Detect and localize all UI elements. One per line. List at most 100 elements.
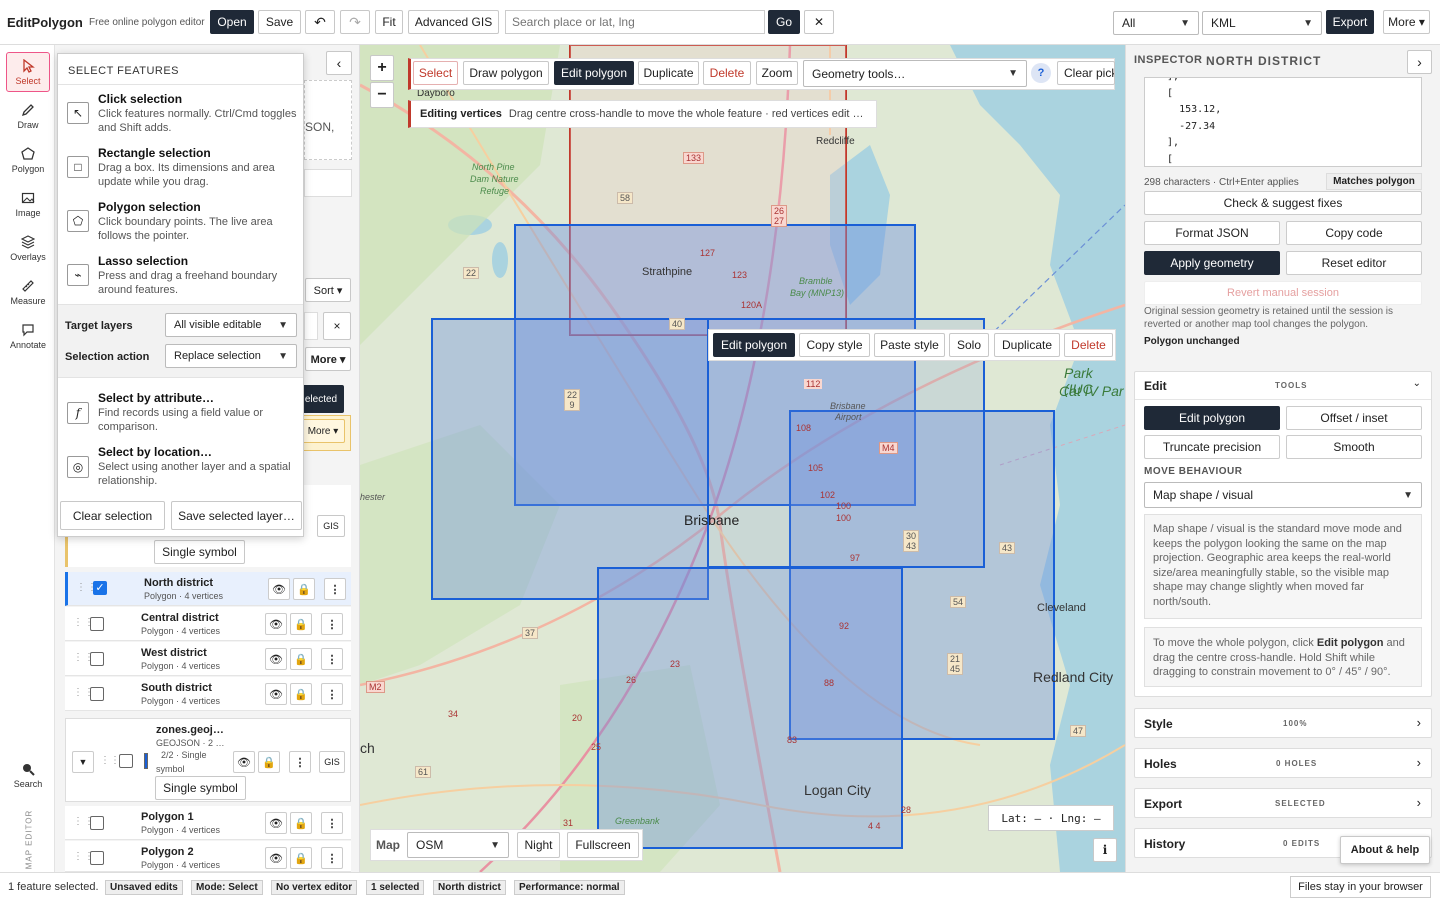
- visibility-icon[interactable]: 👁: [265, 683, 287, 705]
- layer-row-north[interactable]: ⋮⋮ ✓ North district Polygon · 4 vertices…: [65, 572, 351, 606]
- redo-button[interactable]: ↷: [340, 10, 370, 34]
- rail-search[interactable]: Search: [6, 755, 50, 795]
- help-icon[interactable]: ?: [1031, 63, 1051, 83]
- clear-filter-button[interactable]: ×: [323, 312, 351, 340]
- fullscreen-button[interactable]: Fullscreen: [567, 832, 639, 858]
- export-section[interactable]: Export SELECTED ›: [1134, 788, 1432, 818]
- geometry-code-editor[interactable]: ], [ 153.12, -27.34 ], [: [1144, 77, 1422, 167]
- layer-row-south[interactable]: ⋮⋮ South district Polygon · 4 vertices 👁…: [65, 677, 351, 711]
- selected-button[interactable]: elected: [298, 385, 344, 413]
- layer-menu-icon[interactable]: ⋮: [321, 613, 343, 635]
- sort-button[interactable]: Sort ▾: [305, 278, 351, 302]
- lock-icon[interactable]: 🔒: [290, 613, 312, 635]
- export-button[interactable]: Export: [1326, 10, 1374, 34]
- reset-editor-button[interactable]: Reset editor: [1286, 251, 1422, 275]
- select-by-location-option[interactable]: ◎ Select by location… Select using anoth…: [58, 442, 303, 494]
- collapse-panel-button[interactable]: ‹: [326, 51, 352, 75]
- ctx-duplicate[interactable]: Duplicate: [994, 333, 1060, 357]
- lock-icon[interactable]: 🔒: [290, 812, 312, 834]
- ctx-edit-polygon[interactable]: Edit polygon: [713, 333, 795, 357]
- fit-button[interactable]: Fit: [375, 10, 403, 34]
- clear-selection-button[interactable]: Clear selection: [60, 501, 165, 530]
- zoom-out-button[interactable]: −: [370, 82, 394, 108]
- ctx-paste-style[interactable]: Paste style: [874, 333, 945, 357]
- check-suggest-fixes-button[interactable]: Check & suggest fixes: [1144, 191, 1422, 215]
- move-behaviour-select[interactable]: Map shape / visual ▼: [1144, 482, 1422, 508]
- layer-row-central[interactable]: ⋮⋮ Central district Polygon · 4 vertices…: [65, 607, 351, 641]
- input-box[interactable]: [304, 169, 352, 197]
- expand-group-icon[interactable]: ▼: [72, 751, 94, 773]
- map-tool-duplicate[interactable]: Duplicate: [638, 61, 699, 85]
- layer-checkbox[interactable]: [90, 816, 104, 830]
- rail-annotate[interactable]: Annotate: [6, 316, 50, 356]
- clear-search-button[interactable]: ✕: [804, 10, 834, 34]
- layer-more-button[interactable]: More ▾: [305, 347, 351, 371]
- drag-handle-icon[interactable]: ⋮⋮: [100, 755, 120, 766]
- map-tool-zoom[interactable]: Zoom: [756, 61, 798, 85]
- single-symbol-button[interactable]: Single symbol: [154, 540, 245, 564]
- map-tool-delete[interactable]: Delete: [703, 61, 751, 85]
- save-button[interactable]: Save: [258, 10, 301, 34]
- layer-row-polygon-1[interactable]: ⋮⋮ Polygon 1 Polygon · 4 vertices 👁 🔒 ⋮: [65, 806, 351, 840]
- layer-menu-icon[interactable]: ⋮: [321, 683, 343, 705]
- selection-action-select[interactable]: Replace selection ▼: [165, 344, 297, 368]
- visibility-icon[interactable]: 👁: [265, 613, 287, 635]
- layer-menu-icon[interactable]: ⋮: [321, 648, 343, 670]
- advanced-gis-button[interactable]: Advanced GIS: [408, 10, 499, 34]
- scope-select[interactable]: All ▼: [1113, 11, 1199, 35]
- selection-more-button[interactable]: More ▾: [301, 419, 345, 443]
- map-canvas[interactable]: Dayboro Redcliffe North Pine Dam Nature …: [360, 45, 1125, 872]
- select-by-attribute-option[interactable]: f Select by attribute… Find records usin…: [58, 388, 303, 440]
- ctx-solo[interactable]: Solo: [949, 333, 989, 357]
- layer-row-west[interactable]: ⋮⋮ West district Polygon · 4 vertices 👁 …: [65, 642, 351, 676]
- style-section[interactable]: Style 100% ›: [1134, 708, 1432, 738]
- layer-checkbox[interactable]: [90, 851, 104, 865]
- target-layers-select[interactable]: All visible editable ▼: [165, 313, 297, 337]
- rail-polygon[interactable]: Polygon: [6, 140, 50, 180]
- chevron-down-icon[interactable]: ⌄: [1413, 378, 1421, 389]
- rail-select[interactable]: Select: [6, 52, 50, 92]
- rail-measure[interactable]: Measure: [6, 272, 50, 312]
- night-button[interactable]: Night: [517, 832, 560, 858]
- apply-geometry-button[interactable]: Apply geometry: [1144, 251, 1280, 275]
- revert-session-button[interactable]: Revert manual session: [1144, 281, 1422, 305]
- zoom-in-button[interactable]: +: [370, 55, 394, 81]
- basemap-select[interactable]: OSM ▼: [407, 832, 509, 858]
- layer-group-zones[interactable]: ▼ ⋮⋮ zones.geoj… GEOJSON · 2 … 2/2 · Sin…: [65, 718, 351, 802]
- copy-code-button[interactable]: Copy code: [1286, 221, 1422, 245]
- gis-button[interactable]: GIS: [317, 515, 345, 537]
- layer-menu-icon[interactable]: ⋮: [324, 578, 346, 600]
- rail-image[interactable]: Image: [6, 184, 50, 224]
- single-symbol-button[interactable]: Single symbol: [155, 776, 246, 800]
- ctx-delete[interactable]: Delete: [1064, 333, 1113, 357]
- lock-icon[interactable]: 🔒: [258, 751, 280, 773]
- lock-icon[interactable]: 🔒: [293, 578, 315, 600]
- go-button[interactable]: Go: [768, 10, 800, 34]
- polygon-selection-option[interactable]: ⬠ Polygon selection Click boundary point…: [58, 198, 303, 250]
- visibility-icon[interactable]: 👁: [233, 751, 255, 773]
- layer-checkbox[interactable]: [90, 652, 104, 666]
- smooth-button[interactable]: Smooth: [1286, 435, 1422, 459]
- layer-menu-icon[interactable]: ⋮: [321, 847, 343, 869]
- open-button[interactable]: Open: [210, 10, 254, 34]
- map-tool-draw-polygon[interactable]: Draw polygon: [463, 61, 549, 85]
- rail-draw[interactable]: Draw: [6, 96, 50, 136]
- offset-inset-button[interactable]: Offset / inset: [1286, 406, 1422, 430]
- lock-icon[interactable]: 🔒: [290, 648, 312, 670]
- visibility-icon[interactable]: 👁: [265, 812, 287, 834]
- holes-section[interactable]: Holes 0 HOLES ›: [1134, 748, 1432, 778]
- format-json-button[interactable]: Format JSON: [1144, 221, 1280, 245]
- save-selected-layer-button[interactable]: Save selected layer…: [171, 501, 302, 530]
- lock-icon[interactable]: 🔒: [290, 847, 312, 869]
- truncate-precision-button[interactable]: Truncate precision: [1144, 435, 1280, 459]
- clear-pick-button[interactable]: Clear pick: [1057, 61, 1115, 85]
- gis-button[interactable]: GIS: [319, 751, 345, 773]
- about-help-button[interactable]: About & help: [1340, 836, 1430, 864]
- filter-input[interactable]: [304, 312, 318, 340]
- rectangle-selection-option[interactable]: □ Rectangle selection Drag a box. Its di…: [58, 144, 303, 196]
- layer-row-polygon-2[interactable]: ⋮⋮ Polygon 2 Polygon · 4 vertices 👁 🔒 ⋮: [65, 841, 351, 872]
- visibility-icon[interactable]: 👁: [268, 578, 290, 600]
- format-select[interactable]: KML ▼: [1202, 11, 1322, 35]
- group-menu-icon[interactable]: ⋮: [289, 751, 311, 773]
- click-selection-option[interactable]: ↖ Click selection Click features normall…: [58, 90, 303, 142]
